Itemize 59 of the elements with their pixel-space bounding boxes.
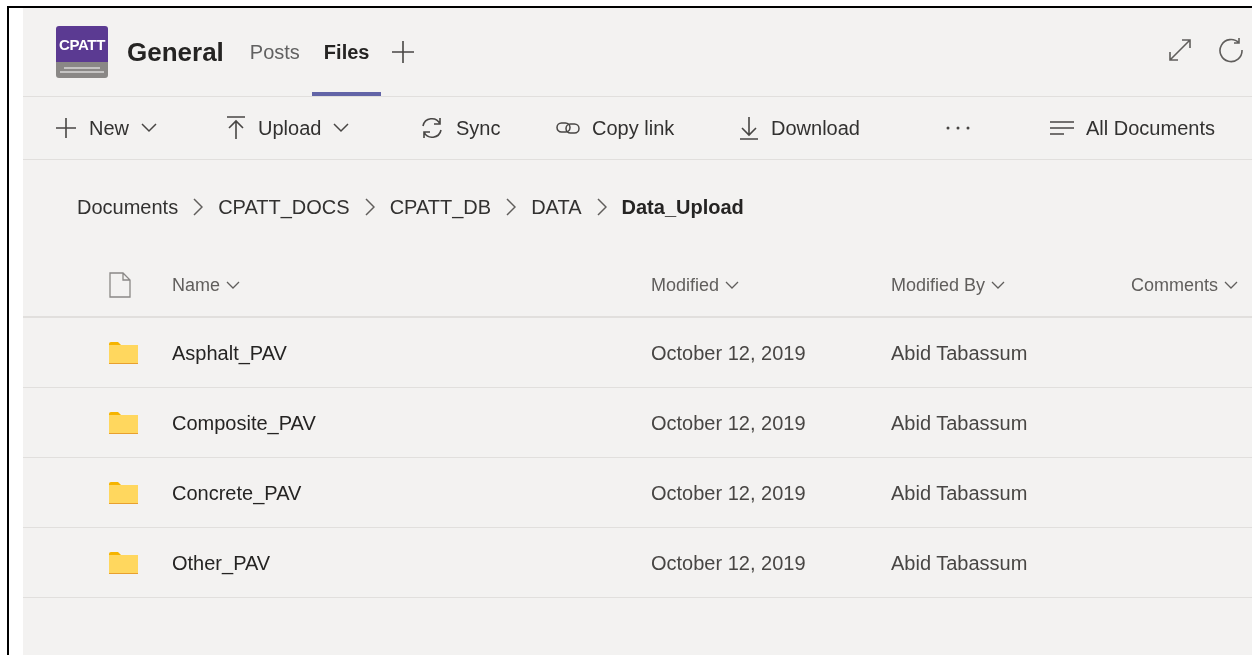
tab[interactable]: Files [311, 8, 382, 96]
refresh-icon[interactable] [1218, 37, 1244, 63]
column-header[interactable]: Modified [651, 271, 891, 299]
add-tab-icon[interactable] [391, 40, 416, 64]
view-selector[interactable]: All Documents [1050, 113, 1215, 143]
logo-text: CPATT [59, 36, 105, 52]
table-cell-text: October 12, 2019 [651, 340, 807, 366]
table-row[interactable]: Asphalt_PAV October 12, 2019 Abid Tabassum [23, 318, 1252, 388]
table-row[interactable]: Concrete_PAV October 12, 2019 Abid Tabassum [23, 458, 1252, 528]
table-cell-text: October 12, 2019 [651, 550, 807, 576]
list-icon [1050, 120, 1074, 136]
column-header[interactable]: Comments [1131, 271, 1251, 299]
sync-icon [420, 116, 444, 140]
folder-icon [109, 411, 138, 434]
table-cell-text: October 12, 2019 [651, 410, 807, 436]
breadcrumb-item[interactable]: Documents [77, 192, 179, 222]
chevron-right-icon [506, 198, 517, 216]
breadcrumb-item[interactable]: CPATT_DOCS [218, 192, 350, 222]
logo-band-drawing [56, 62, 108, 78]
table-row[interactable]: Composite_PAV October 12, 2019 Abid Tabassum [23, 388, 1252, 458]
chevron-right-icon [596, 198, 607, 216]
breadcrumb-item[interactable]: DATA [531, 192, 582, 222]
table-cell-text: Concrete_PAV [172, 480, 303, 507]
chevron-right-icon [364, 198, 375, 216]
table-row[interactable]: Other_PAV October 12, 2019 Abid Tabassum [23, 528, 1252, 598]
upload-icon [226, 116, 246, 140]
table-cell-text: Other_PAV [172, 550, 272, 577]
toolbar-button[interactable]: Upload [226, 113, 420, 143]
table-cell-text: Abid Tabassum [891, 410, 1029, 436]
chevron-down-icon [226, 281, 240, 289]
column-header[interactable]: Modified By [891, 271, 1131, 299]
table-cell-text: Composite_PAV [172, 410, 317, 437]
file-type-icon [109, 272, 131, 298]
expand-icon[interactable] [1168, 38, 1192, 62]
more-icon[interactable] [945, 125, 971, 131]
link-icon [556, 120, 580, 136]
folder-icon [109, 481, 138, 504]
table-cell-text: Asphalt_PAV [172, 340, 288, 367]
plus-icon [55, 117, 77, 139]
tab[interactable]: Posts [237, 8, 312, 96]
chevron-down-icon [725, 281, 740, 289]
toolbar-button[interactable]: New [55, 113, 226, 143]
toolbar-button[interactable]: Copy link [556, 113, 739, 143]
channel-title: General [127, 35, 224, 69]
chevron-down-icon [991, 281, 1006, 289]
toolbar-button[interactable]: Download [739, 113, 899, 143]
table-cell-text: October 12, 2019 [651, 480, 807, 506]
download-icon [739, 116, 759, 140]
breadcrumb-item[interactable]: Data_Upload [621, 192, 744, 222]
toolbar-button[interactable]: Sync [420, 113, 556, 143]
table-cell-text: Abid Tabassum [891, 550, 1029, 576]
folder-icon [109, 551, 138, 574]
chevron-right-icon [193, 198, 204, 216]
table-cell-text: Abid Tabassum [891, 340, 1029, 366]
column-header[interactable]: Name [172, 271, 651, 299]
folder-icon [109, 341, 138, 364]
table-cell-text: Abid Tabassum [891, 480, 1029, 506]
breadcrumb-item[interactable]: CPATT_DB [389, 192, 492, 222]
chevron-down-icon [1224, 281, 1239, 289]
